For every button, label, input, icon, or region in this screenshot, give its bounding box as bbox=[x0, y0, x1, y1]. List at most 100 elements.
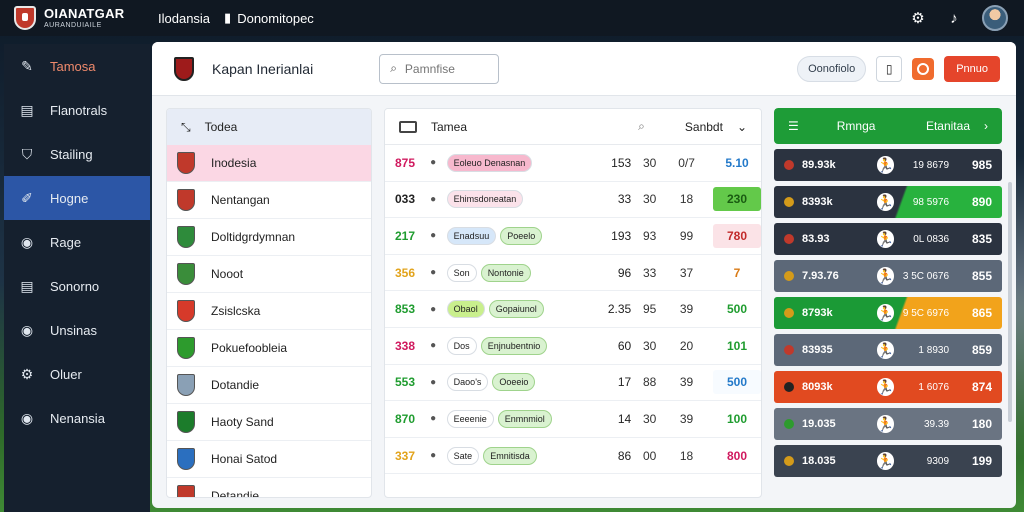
stat-row[interactable]: 19.035 🏃 39.39 180 bbox=[774, 408, 1002, 440]
page-header: Kapan Inerianlai ⌕ Oonofiolo ▯ Pnnuo bbox=[152, 42, 1016, 96]
team-row[interactable]: Doltidgrdymnan bbox=[167, 219, 371, 256]
top-nav-item-2[interactable]: ▮ Donomitopec bbox=[224, 10, 314, 26]
team-row[interactable]: Pokuefoobleia bbox=[167, 330, 371, 367]
stat-value-total: 180 bbox=[971, 417, 993, 431]
match-row[interactable]: 356 ● Son Nontonie 96 33 37 7 bbox=[385, 255, 761, 292]
search-box[interactable]: ⌕ bbox=[379, 53, 500, 84]
stat-row[interactable]: 83.93 🏃 0L 0836 835 bbox=[774, 223, 1002, 255]
stat-value-primary: 8393k bbox=[802, 196, 833, 208]
team-row[interactable]: Nentangan bbox=[167, 182, 371, 219]
music-note-icon[interactable]: ♪ bbox=[946, 10, 962, 27]
team-badge-icon bbox=[784, 234, 794, 244]
opponent-chip[interactable]: Emnitisda bbox=[483, 446, 537, 465]
match-row[interactable]: 217 ● Enadsuu Poeelo 193 93 99 780 bbox=[385, 218, 761, 255]
top-nav-item-1[interactable]: Ilodansia bbox=[158, 11, 210, 26]
chevron-down-icon[interactable]: ⌄ bbox=[737, 120, 747, 134]
stat-a: 17 bbox=[617, 375, 632, 390]
team-row[interactable]: Inodesia bbox=[167, 145, 371, 182]
opponent-chip[interactable]: Ooeeio bbox=[492, 373, 536, 392]
stat-row[interactable]: 83935 🏃 1 8930 859 bbox=[774, 334, 1002, 366]
sidebar-item-sonorno[interactable]: ▤ Sonorno bbox=[4, 264, 150, 308]
stat-b: 95 bbox=[642, 302, 657, 317]
settings-round-button[interactable] bbox=[912, 57, 935, 80]
sidebar-item-hogne[interactable]: ✐ Hogne bbox=[4, 176, 150, 220]
team-badge-icon: ● bbox=[430, 267, 437, 279]
match-row[interactable]: 853 ● Obaol Gopaiunol 2.35 95 39 500 bbox=[385, 291, 761, 328]
sidebar-item-tamosa[interactable]: ✎ Tamosa bbox=[4, 44, 150, 88]
stat-row[interactable]: 18.035 🏃 9309 199 bbox=[774, 445, 1002, 477]
player-icon: 🏃 bbox=[876, 341, 895, 359]
match-row[interactable]: 553 ● Daoo's Ooeeio 17 88 39 500 bbox=[385, 365, 761, 402]
stat-row[interactable]: 89.93k 🏃 19 8679 985 bbox=[774, 149, 1002, 181]
sidebar-item-unsinas[interactable]: ◉ Unsinas bbox=[4, 308, 150, 352]
opponent-chip[interactable]: Enmnmiol bbox=[497, 409, 552, 428]
stat-row[interactable]: 8093k 🏃 1 6076 874 bbox=[774, 371, 1002, 403]
match-score: 7 bbox=[733, 265, 741, 280]
sidebar-item-oluer[interactable]: ⚙ Oluer bbox=[4, 352, 150, 396]
match-row[interactable]: 033 ● Ehimsdoneatan 33 30 18 230 bbox=[385, 182, 761, 219]
menu-icon[interactable]: ☰ bbox=[788, 119, 799, 133]
team-crest-icon bbox=[177, 448, 195, 470]
stat-row[interactable]: 8393k 🏃 98 5976 890 bbox=[774, 186, 1002, 218]
opponent-chip[interactable]: Enjnubentnio bbox=[480, 336, 548, 355]
resize-icon[interactable]: ⤡ bbox=[181, 120, 191, 135]
team-crest-icon bbox=[177, 152, 195, 174]
team-chip[interactable]: Obaol bbox=[446, 300, 485, 319]
chevron-right-icon[interactable]: › bbox=[984, 119, 988, 133]
stat-value-total: 859 bbox=[971, 343, 993, 357]
team-row[interactable]: Nooot bbox=[167, 256, 371, 293]
opponent-chip[interactable]: Poeelo bbox=[500, 226, 543, 245]
team-name: Nentangan bbox=[211, 193, 270, 207]
team-chip[interactable]: Son bbox=[446, 263, 477, 282]
team-chip[interactable]: Daoo's bbox=[446, 373, 489, 392]
avatar[interactable] bbox=[982, 5, 1008, 31]
filter-pill-button[interactable]: Oonofiolo bbox=[797, 55, 867, 82]
gear-icon[interactable]: ⚙ bbox=[910, 10, 926, 27]
stat-row[interactable]: 7.93.76 🏃 3 5C 0676 855 bbox=[774, 260, 1002, 292]
sidebar-item-label: Flanotrals bbox=[50, 102, 108, 118]
match-row[interactable]: 338 ● Dos Enjnubentnio 60 30 20 101 bbox=[385, 328, 761, 365]
sidebar-item-stailing[interactable]: ⛉ Stailing bbox=[4, 132, 150, 176]
stat-value-primary: 8793k bbox=[802, 307, 833, 319]
brand[interactable]: OIANATGAR AURANDUIAILE bbox=[0, 6, 150, 30]
team-chip[interactable]: Dos bbox=[446, 336, 477, 355]
team-row[interactable]: Honai Satod bbox=[167, 441, 371, 478]
sidebar-item-rage[interactable]: ◉ Rage bbox=[4, 220, 150, 264]
clipboard-icon[interactable]: ▯ bbox=[876, 55, 903, 82]
stat-row[interactable]: 8793k 🏃 9 5C 6976 865 bbox=[774, 297, 1002, 329]
sidebar-item-nenansia[interactable]: ◉ Nenansia bbox=[4, 396, 150, 440]
brand-subtitle: AURANDUIAILE bbox=[44, 22, 102, 29]
match-row[interactable]: 875 ● Eoleuo Denasnan 153 30 0/7 5.10 bbox=[385, 145, 761, 182]
team-chip[interactable]: Sate bbox=[446, 446, 480, 465]
sidebar-item-flanotrals[interactable]: ▤ Flanotrals bbox=[4, 88, 150, 132]
team-chip[interactable]: Ehimsdoneatan bbox=[446, 190, 524, 209]
main-panel: Kapan Inerianlai ⌕ Oonofiolo ▯ Pnnuo ⤡ T… bbox=[152, 42, 1016, 508]
sidebar-item-label: Stailing bbox=[50, 146, 93, 162]
sort-label[interactable]: Sanbdt bbox=[685, 120, 723, 134]
top-nav-label: Ilodansia bbox=[158, 10, 211, 26]
opponent-chip[interactable]: Nontonie bbox=[480, 263, 531, 282]
team-row[interactable]: Dotandie bbox=[167, 367, 371, 404]
top-bar: OIANATGAR AURANDUIAILE Ilodansia ▮ Donom… bbox=[0, 0, 1024, 36]
team-badge-icon bbox=[784, 456, 794, 466]
stat-b: 33 bbox=[642, 265, 657, 280]
shield-icon: ⛉ bbox=[21, 145, 33, 162]
team-chip[interactable]: Eeeenie bbox=[446, 409, 494, 428]
sidebar-item-label: Hogne bbox=[50, 190, 89, 206]
team-row[interactable]: Zsislcska bbox=[167, 293, 371, 330]
stat-a: 2.35 bbox=[607, 302, 632, 317]
match-row[interactable]: 870 ● Eeeenie Enmnmiol 14 30 39 100 bbox=[385, 401, 761, 438]
primary-action-button[interactable]: Pnnuo bbox=[944, 55, 1000, 82]
match-row[interactable]: 337 ● Sate Emnitisda 86 00 18 800 bbox=[385, 438, 761, 475]
team-row[interactable]: Haoty Sand bbox=[167, 404, 371, 441]
team-row[interactable]: Detandie bbox=[167, 478, 371, 497]
match-score: 780 bbox=[713, 223, 761, 248]
team-chip[interactable]: Enadsuu bbox=[446, 226, 497, 245]
search-icon[interactable]: ⌕ bbox=[638, 119, 645, 134]
opponent-chip[interactable]: Gopaiunol bbox=[488, 300, 544, 319]
search-input[interactable] bbox=[404, 61, 485, 76]
team-badge-icon: ● bbox=[430, 157, 437, 169]
team-chip[interactable]: Eoleuo Denasnan bbox=[446, 153, 533, 172]
stat-value-total: 874 bbox=[971, 380, 993, 394]
scrollbar[interactable] bbox=[1008, 182, 1012, 422]
